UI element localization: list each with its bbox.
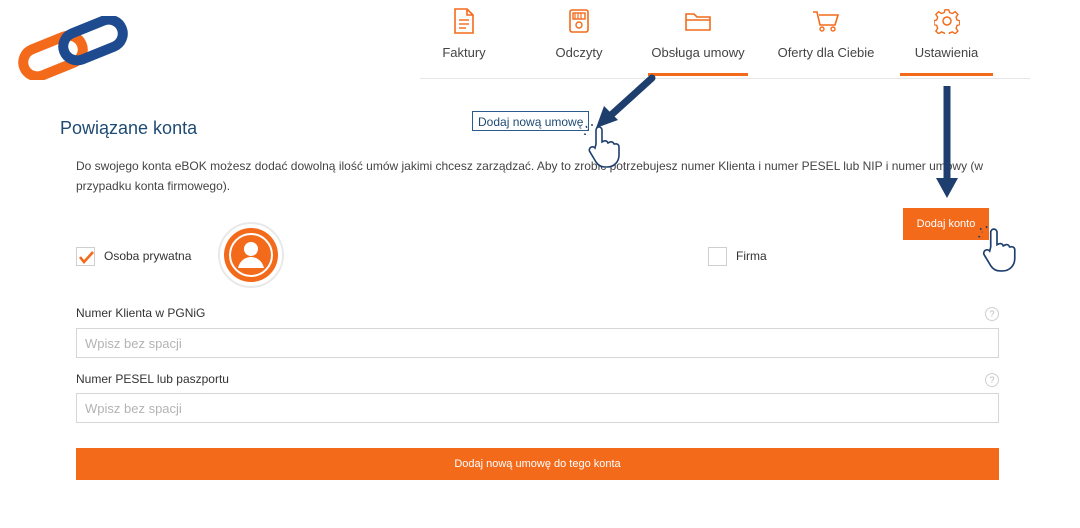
nav-item-settings[interactable]: Ustawienia bbox=[900, 0, 993, 78]
client-number-label: Numer Klienta w PGNiG bbox=[76, 306, 206, 320]
nav-label-readings: Odczyty bbox=[555, 45, 603, 60]
help-icon[interactable]: ? bbox=[985, 307, 999, 321]
checkmark-icon bbox=[78, 251, 94, 265]
cart-icon bbox=[813, 11, 840, 32]
nav-item-readings[interactable]: Odczyty bbox=[538, 0, 620, 78]
tutorial-arrow-diagonal bbox=[596, 74, 656, 128]
hand-cursor-icon bbox=[583, 124, 620, 168]
client-number-input[interactable] bbox=[76, 328, 999, 358]
company-checkbox[interactable] bbox=[708, 247, 727, 266]
folder-icon bbox=[685, 13, 711, 31]
chain-link-logo bbox=[18, 16, 128, 80]
nav-label-contract-service: Obsługa umowy bbox=[651, 45, 745, 60]
main-nav: Faktury Odczyty Obsługa umowy Oferty dla… bbox=[420, 0, 1030, 79]
nav-label-invoices: Faktury bbox=[442, 45, 486, 60]
invoice-icon bbox=[454, 8, 474, 34]
nav-item-contract-service[interactable]: Obsługa umowy bbox=[648, 0, 748, 78]
nav-underline bbox=[648, 73, 748, 76]
private-person-checkbox[interactable] bbox=[76, 247, 95, 266]
gear-icon bbox=[933, 9, 960, 34]
company-label: Firma bbox=[736, 249, 767, 263]
nav-label-offers: Oferty dla Ciebie bbox=[777, 45, 875, 60]
nav-item-offers[interactable]: Oferty dla Ciebie bbox=[772, 0, 880, 78]
page-description: Do swojego konta eBOK możesz dodać dowol… bbox=[76, 159, 984, 193]
nav-label-settings: Ustawienia bbox=[914, 45, 979, 60]
meter-icon bbox=[569, 9, 589, 33]
nav-underline-active bbox=[900, 73, 993, 76]
hand-cursor-icon bbox=[978, 226, 1016, 272]
help-icon[interactable]: ? bbox=[985, 373, 999, 387]
pesel-label: Numer PESEL lub paszportu bbox=[76, 372, 229, 386]
add-new-contract-button[interactable]: Dodaj nową umowę bbox=[472, 111, 590, 131]
page-title: Powiązane konta bbox=[60, 118, 198, 138]
tutorial-arrow-down bbox=[936, 86, 958, 198]
private-person-label: Osoba prywatna bbox=[104, 249, 192, 263]
nav-item-invoices[interactable]: Faktury bbox=[420, 0, 508, 78]
add-contract-to-account-button[interactable]: Dodaj nową umowę do tego konta bbox=[76, 448, 999, 480]
pesel-input[interactable] bbox=[76, 393, 999, 423]
person-avatar-icon bbox=[218, 222, 284, 288]
